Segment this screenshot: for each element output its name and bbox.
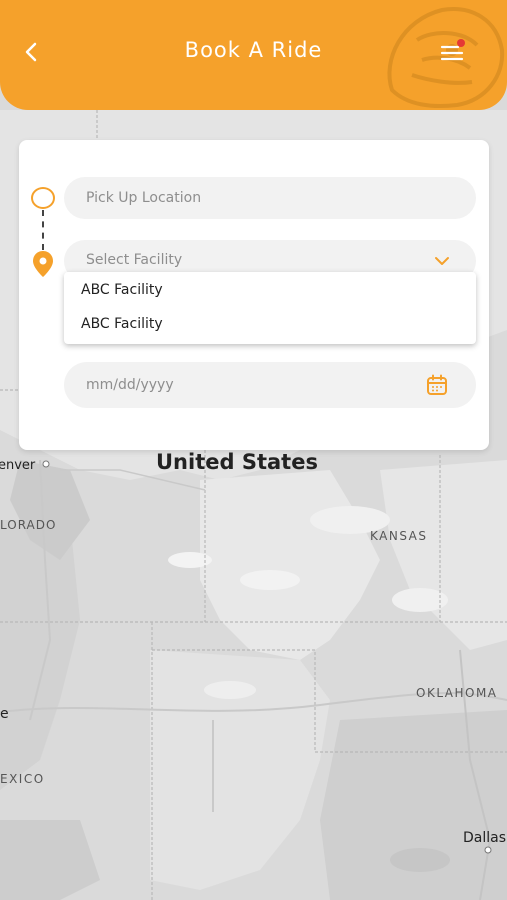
- notification-dot: [457, 39, 465, 47]
- date-field[interactable]: [64, 362, 476, 408]
- route-connector: [42, 210, 44, 250]
- calendar-icon[interactable]: [426, 374, 448, 396]
- map-label-kansas: KANSAS: [370, 529, 428, 543]
- page-title: Book A Ride: [184, 38, 323, 62]
- pickup-location-input[interactable]: [64, 177, 476, 219]
- facility-select-placeholder: Select Facility: [86, 252, 183, 268]
- map-background[interactable]: United States enver LORADO KANSAS OKLAHO…: [0, 0, 507, 900]
- map-label-oklahoma: OKLAHOMA: [416, 686, 498, 700]
- map-label-colorado: LORADO: [0, 518, 57, 532]
- facility-option[interactable]: ABC Facility: [81, 316, 163, 332]
- map-label-e: e: [0, 706, 9, 722]
- facility-dropdown-menu: ABC Facility ABC Facility: [64, 272, 476, 344]
- map-label-country: United States: [156, 450, 318, 474]
- map-label-mexico: EXICO: [0, 772, 45, 786]
- chevron-down-icon: [435, 257, 449, 265]
- menu-button[interactable]: [438, 38, 466, 66]
- facility-option[interactable]: ABC Facility: [81, 282, 163, 298]
- header-bar: Book A Ride: [0, 0, 507, 110]
- date-input[interactable]: [64, 362, 476, 408]
- map-label-dallas: Dallas: [463, 830, 507, 846]
- pickup-location-field[interactable]: [64, 177, 476, 219]
- map-label-denver: enver: [0, 458, 36, 473]
- pickup-marker-icon: [31, 187, 55, 209]
- location-pin-icon: [33, 251, 53, 277]
